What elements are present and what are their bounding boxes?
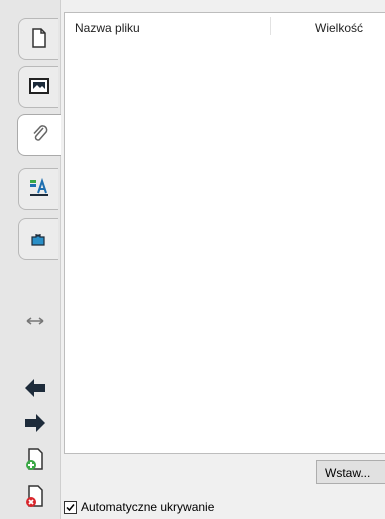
paperclip-icon [30,124,50,147]
tab-addons[interactable] [18,218,58,260]
column-header-size[interactable]: Wielkość [315,21,363,35]
autohide-option[interactable]: Automatyczne ukrywanie [64,500,214,514]
tab-pages[interactable] [18,18,58,60]
remove-page-icon [25,484,45,511]
arrow-right-icon [23,412,47,437]
image-icon [28,77,49,98]
column-divider[interactable] [270,17,271,35]
tab-gallery[interactable] [18,66,58,108]
file-list-panel[interactable]: Nazwa pliku Wielkość [64,12,385,454]
tab-properties[interactable] [18,168,58,210]
text-style-icon [28,177,50,201]
tab-attachments[interactable] [17,114,61,156]
page-icon [31,27,47,51]
autohide-checkbox[interactable] [64,500,77,514]
arrow-left-icon [23,377,47,402]
puzzle-icon [29,229,49,250]
add-page-button[interactable] [20,445,50,475]
next-button[interactable] [20,409,50,439]
autohide-label: Automatyczne ukrywanie [81,500,215,514]
insert-button[interactable]: Wstaw... [316,460,385,484]
resize-arrows-button[interactable] [20,307,50,337]
remove-page-button[interactable] [20,482,50,512]
add-page-icon [25,447,45,474]
side-toolbar [0,0,61,519]
previous-button[interactable] [20,374,50,404]
checkmark-icon [66,503,75,511]
column-header-name[interactable]: Nazwa pliku [75,21,140,35]
resize-arrows-icon [26,315,44,329]
